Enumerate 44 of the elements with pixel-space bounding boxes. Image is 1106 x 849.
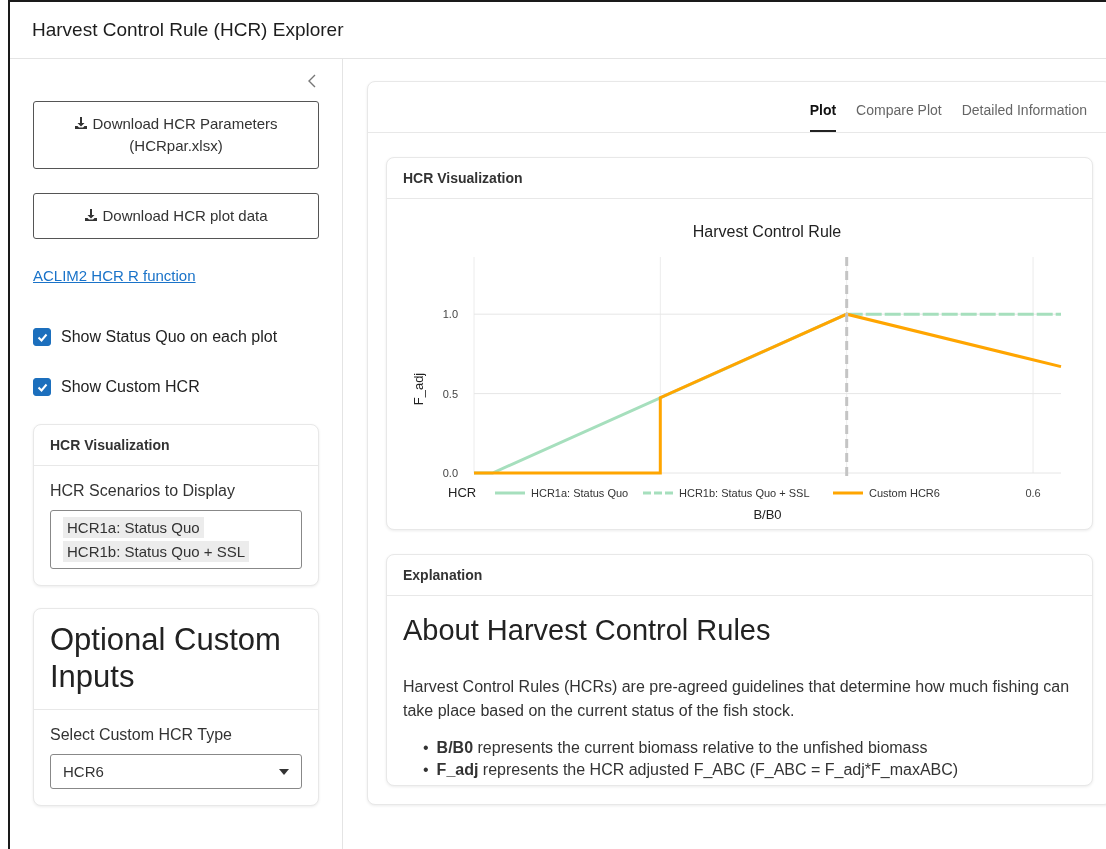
multi-select-field[interactable]: HCR1a: Status Quo HCR1b: Status Quo + SSL [50,510,302,569]
checkbox[interactable] [33,378,51,396]
x-axis-label: B/B0 [753,507,782,522]
check-icon [36,382,48,392]
y-tick-label: 1.0 [442,308,458,321]
chart-title: Harvest Control Rule [692,223,842,240]
download-button[interactable]: Download HCR plot data [33,193,319,239]
download-button[interactable]: Download HCR Parameters (HCRpar.xlsx) [33,101,319,169]
checkbox[interactable] [33,328,51,346]
tab[interactable]: Compare Plot [856,102,942,132]
x-tick-label: 0.6 [1025,487,1041,499]
caret-icon [279,768,289,775]
card-title: Optional Custom Inputs [50,622,281,694]
check-icon [36,332,48,342]
window-title: Harvest Control Rule (HCR) Explorer [32,19,344,41]
card-title: Explanation [403,567,483,583]
y-axis-label: F_adj [411,372,426,406]
field-label: Select Custom HCR Type [50,726,233,744]
download-icon [84,208,99,222]
legend-label[interactable]: Custom HCR6 [869,487,940,499]
legend-label[interactable]: HCR1b: Status Quo + SSL [679,487,810,499]
y-tick-label: 0.0 [442,467,458,479]
select-field[interactable]: HCR6 [50,754,302,789]
section-heading: About Harvest Control Rules [403,614,772,647]
tab[interactable]: Detailed Information [961,102,1087,132]
paragraph: Harvest Control Rules (HCRs) are pre-agreed guidelines that determine how much fishing can take place based on the current status of the fish stock. [403,677,1071,721]
selected-item[interactable]: HCR1a: Status Quo [63,517,204,538]
selected-item[interactable]: HCR1b: Status Quo + SSL [63,541,249,562]
bullet-text: B/B0 represents the current biomass relative to the unfished biomass [436,738,928,758]
tab[interactable]: Plot [809,102,837,132]
bullet-marker: • [423,738,429,758]
card-title: HCR Visualization [50,437,170,453]
field-label: HCR Scenarios to Display [50,482,236,500]
y-tick-label: 0.5 [442,387,458,400]
legend-label[interactable]: HCR1a: Status Quo [531,487,629,499]
function-link[interactable]: ACLIM2 HCR R function [33,267,196,284]
legend-title: HCR [448,485,477,500]
bullet-text: F_adj represents the HCR adjusted F_ABC (F_ABC = F_adj*F_maxABC) [436,760,959,780]
download-icon [74,116,89,130]
checkbox-label: Show Status Quo on each plot [61,328,278,346]
chevron-left-icon[interactable] [307,73,317,89]
card-title: HCR Visualization [403,170,523,186]
bullet-marker: • [423,760,429,780]
checkbox-label: Show Custom HCR [61,378,200,396]
